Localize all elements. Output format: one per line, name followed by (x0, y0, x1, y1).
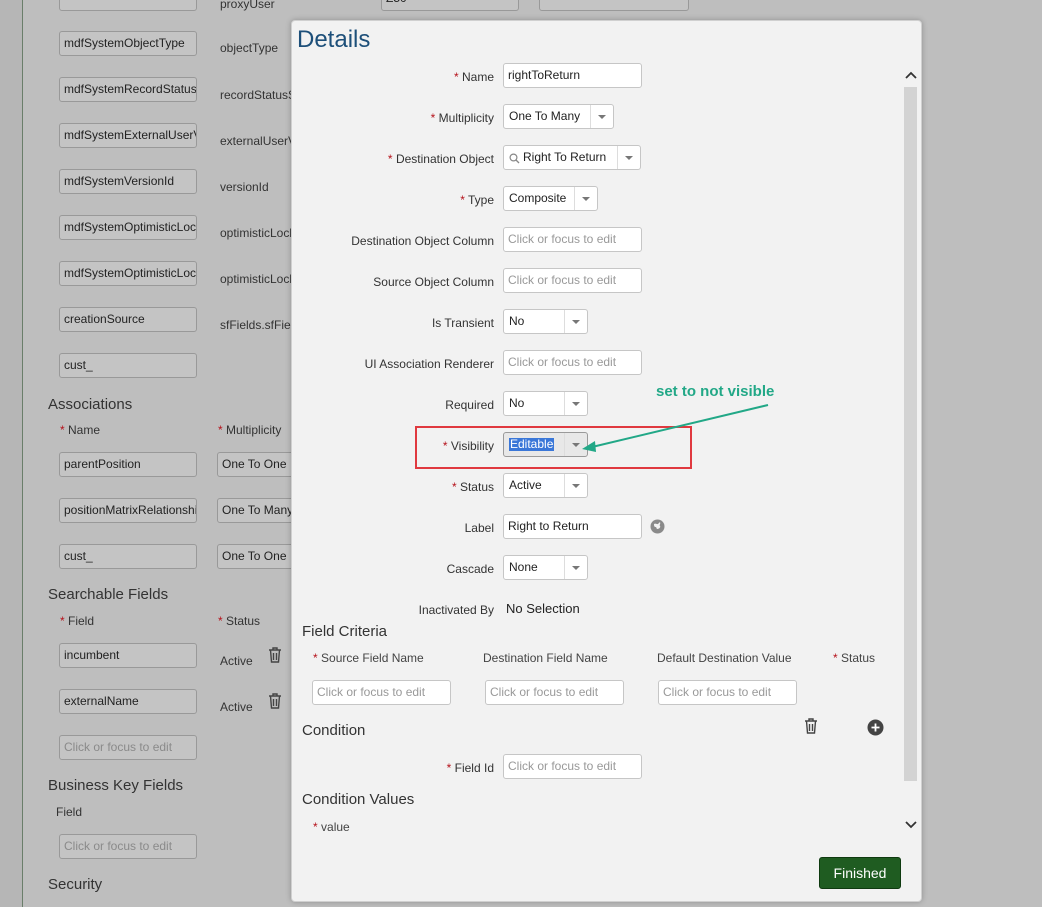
annotation-arrow (582, 404, 769, 452)
